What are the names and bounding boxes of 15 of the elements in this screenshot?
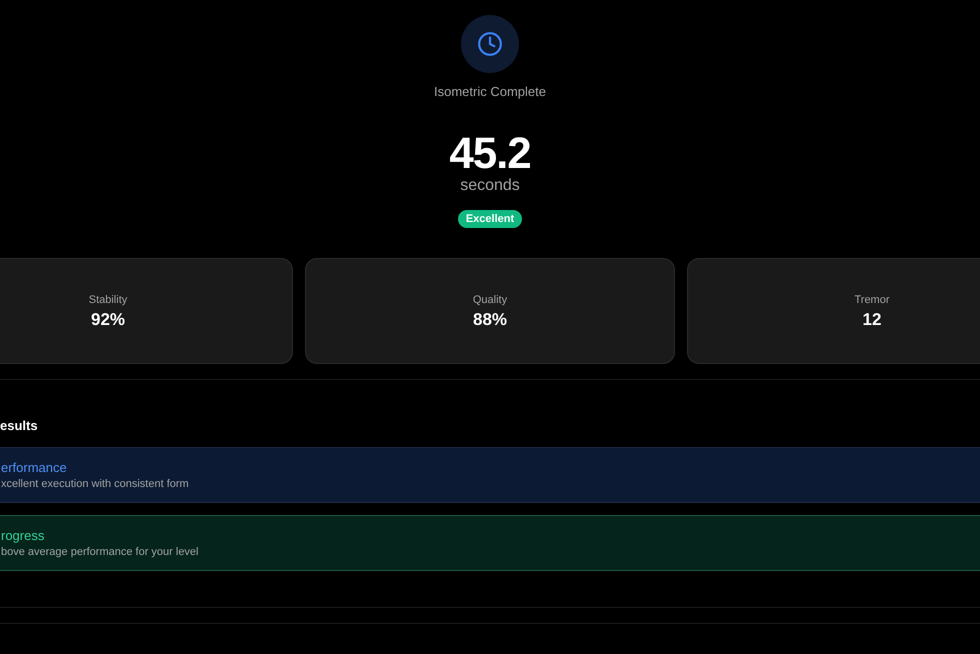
result-title: erformance <box>1 460 68 476</box>
metric-value: 88% <box>472 310 508 330</box>
duration-unit: seconds <box>460 177 520 195</box>
section-heading: esults <box>0 418 38 434</box>
rating-badge: Excellent <box>458 210 522 228</box>
metric-label: Tremor <box>854 292 890 306</box>
metric-value: 12 <box>862 310 882 330</box>
status-title: Isometric Complete <box>434 84 546 100</box>
metric-label: Stability <box>88 292 128 306</box>
result-title: rogress <box>1 528 46 544</box>
metric-label: Quality <box>472 292 508 306</box>
duration-value: 45.2 <box>449 132 531 176</box>
metric-value: 92% <box>90 310 126 330</box>
result-description: xcellent execution with consistent form <box>1 477 190 491</box>
result-description: bove average performance for your level <box>1 545 200 559</box>
